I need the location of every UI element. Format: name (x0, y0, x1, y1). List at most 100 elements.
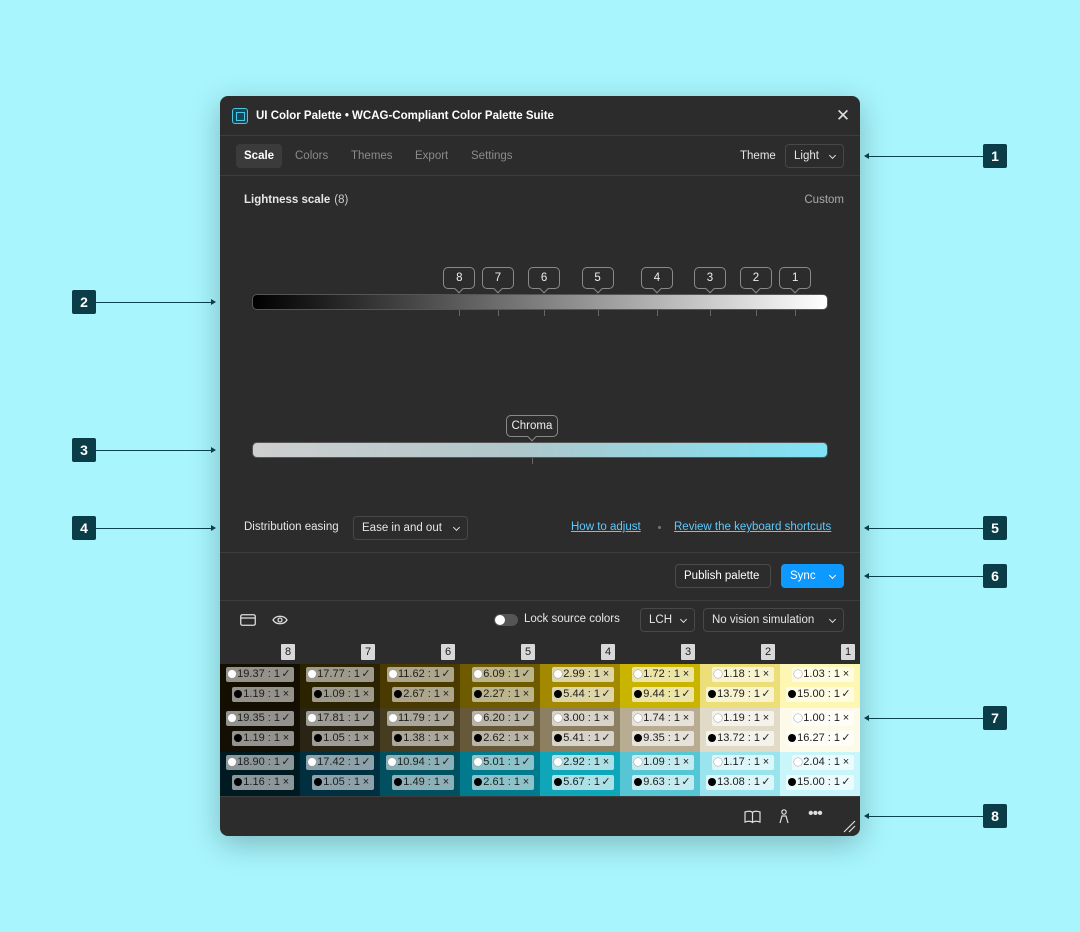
theme-select[interactable]: Light (785, 144, 844, 168)
contrast-chip-black: 1.16 : 1 × (232, 775, 294, 790)
scale-stop-8[interactable]: 8 (443, 267, 476, 289)
check-icon: ✓ (601, 776, 611, 788)
scale-stop-1[interactable]: 1 (779, 267, 812, 289)
column-number: 4 (601, 644, 615, 660)
palette-swatch[interactable]: 2.99 : 1 × 5.44 : 1✓ (540, 664, 620, 708)
book-icon[interactable] (744, 810, 761, 824)
palette-swatch[interactable]: 1.74 : 1 × 9.35 : 1✓ (620, 708, 700, 752)
palette-swatch[interactable]: 5.01 : 1✓ 2.61 : 1 × (460, 752, 540, 796)
contrast-ratio: 5.01 : 1 (483, 756, 520, 768)
palette-swatch[interactable]: 19.35 : 1✓ 1.19 : 1 × (220, 708, 300, 752)
keyboard-shortcuts-link[interactable]: Review the keyboard shortcuts (674, 521, 831, 533)
scale-stop-tick (709, 310, 711, 316)
palette-swatch[interactable]: 1.17 : 1 × 13.08 : 1✓ (700, 752, 780, 796)
column-number: 6 (441, 644, 455, 660)
callout-arrow-5 (864, 525, 869, 531)
scale-stop-5[interactable]: 5 (581, 267, 614, 289)
person-icon[interactable] (779, 809, 789, 824)
tab-export[interactable]: Export (407, 144, 456, 168)
cross-icon: × (442, 688, 450, 700)
palette-swatch[interactable]: 2.92 : 1 × 5.67 : 1✓ (540, 752, 620, 796)
check-icon: ✓ (521, 712, 531, 724)
palette-swatch[interactable]: 19.37 : 1✓ 1.19 : 1 × (220, 664, 300, 708)
scale-stop-tick (756, 310, 757, 316)
contrast-chip-black: 2.27 : 1 × (472, 687, 534, 702)
palette-swatch[interactable]: 1.00 : 1 × 16.27 : 1✓ (780, 708, 860, 752)
contrast-ratio: 5.44 : 1 (563, 688, 600, 700)
tab-settings[interactable]: Settings (463, 144, 521, 168)
white-swatch-icon (634, 714, 643, 722)
check-icon: ✓ (441, 756, 451, 768)
contrast-chip-white: 17.77 : 1✓ (306, 667, 374, 682)
palette-swatch[interactable]: 1.03 : 1 × 15.00 : 1✓ (780, 664, 860, 708)
scale-stop-2[interactable]: 2 (740, 267, 772, 289)
easing-label: Distribution easing (244, 521, 339, 533)
palette-swatch[interactable]: 18.90 : 1✓ 1.16 : 1 × (220, 752, 300, 796)
scale-stop-4[interactable]: 4 (640, 267, 673, 289)
scale-title: Lightness scale (8) (244, 194, 348, 206)
check-icon: ✓ (761, 732, 771, 744)
publish-palette-button[interactable]: Publish palette (675, 564, 771, 588)
contrast-chip-white: 17.81 : 1✓ (306, 711, 374, 726)
contrast-ratio: 19.37 : 1 (237, 668, 280, 680)
contrast-ratio: 1.03 : 1 (803, 668, 840, 680)
palette-swatch[interactable]: 11.62 : 1✓ 2.67 : 1 × (380, 664, 460, 708)
contrast-ratio: 1.74 : 1 (643, 712, 680, 724)
black-swatch-icon (234, 778, 243, 786)
contrast-chip-black: 1.49 : 1 × (392, 775, 454, 790)
check-icon: ✓ (761, 776, 771, 788)
palette-swatch[interactable]: 6.09 : 1✓ 2.27 : 1 × (460, 664, 540, 708)
scale-stop-7[interactable]: 7 (481, 267, 514, 289)
palette-swatch[interactable]: 17.42 : 1✓ 1.05 : 1 × (300, 752, 380, 796)
scale-stop-3[interactable]: 3 (693, 267, 726, 289)
palette-swatch[interactable]: 3.00 : 1 × 5.41 : 1✓ (540, 708, 620, 752)
lock-source-colors-toggle[interactable] (494, 614, 518, 626)
tab-scale[interactable]: Scale (236, 144, 283, 168)
palette-swatch[interactable]: 17.81 : 1✓ 1.05 : 1 × (300, 708, 380, 752)
scale-count: (8) (334, 194, 349, 206)
contrast-chip-black: 2.61 : 1 × (472, 775, 534, 790)
lightness-slider-track[interactable] (252, 294, 828, 310)
tab-themes[interactable]: Themes (343, 144, 401, 168)
more-options-icon[interactable]: ••• (808, 805, 823, 823)
contrast-chip-black: 1.19 : 1 × (232, 687, 294, 702)
palette-swatch[interactable]: 1.09 : 1 × 9.63 : 1✓ (620, 752, 700, 796)
cross-icon: × (442, 776, 450, 788)
palette-swatch[interactable]: 1.18 : 1 × 13.79 : 1✓ (700, 664, 780, 708)
contrast-ratio: 15.00 : 1 (797, 688, 840, 700)
eye-icon[interactable] (272, 613, 288, 627)
check-icon: ✓ (681, 732, 691, 744)
vision-simulation-select[interactable]: No vision simulation (703, 608, 844, 632)
black-swatch-icon (474, 734, 483, 742)
tab-colors[interactable]: Colors (287, 144, 336, 168)
close-icon[interactable]: ✕ (834, 107, 852, 125)
sync-button[interactable]: Sync (781, 564, 844, 588)
black-swatch-icon (314, 734, 323, 742)
resize-handle-icon[interactable] (842, 819, 856, 833)
check-icon: ✓ (601, 688, 611, 700)
palette-swatch[interactable]: 1.72 : 1 × 9.44 : 1✓ (620, 664, 700, 708)
cross-icon: × (522, 732, 530, 744)
how-to-adjust-link[interactable]: How to adjust (571, 521, 641, 533)
contrast-ratio: 17.42 : 1 (317, 756, 360, 768)
palette-swatch[interactable]: 6.20 : 1✓ 2.62 : 1 × (460, 708, 540, 752)
palette-swatch[interactable]: 17.77 : 1✓ 1.09 : 1 × (300, 664, 380, 708)
contrast-chip-black: 2.67 : 1 × (392, 687, 454, 702)
cross-icon: × (602, 712, 610, 724)
plugin-window: UI Color Palette • WCAG-Compliant Color … (220, 96, 860, 836)
color-space-select[interactable]: LCH (640, 608, 695, 632)
palette-swatch[interactable]: 11.79 : 1✓ 1.38 : 1 × (380, 708, 460, 752)
card-view-icon[interactable] (240, 613, 256, 627)
easing-select[interactable]: Ease in and out (353, 516, 468, 540)
contrast-chip-white: 2.99 : 1 × (552, 667, 614, 682)
cross-icon: × (522, 776, 530, 788)
palette-swatch[interactable]: 10.94 : 1✓ 1.49 : 1 × (380, 752, 460, 796)
check-icon: ✓ (281, 712, 291, 724)
palette-swatch[interactable]: 2.04 : 1 × 15.00 : 1✓ (780, 752, 860, 796)
chroma-handle[interactable]: Chroma (505, 415, 558, 437)
scale-stop-6[interactable]: 6 (528, 267, 561, 289)
contrast-chip-white: 1.17 : 1 × (712, 755, 774, 770)
chroma-slider-track[interactable] (252, 442, 828, 458)
app-logo-icon (232, 107, 248, 124)
palette-swatch[interactable]: 1.19 : 1 × 13.72 : 1✓ (700, 708, 780, 752)
